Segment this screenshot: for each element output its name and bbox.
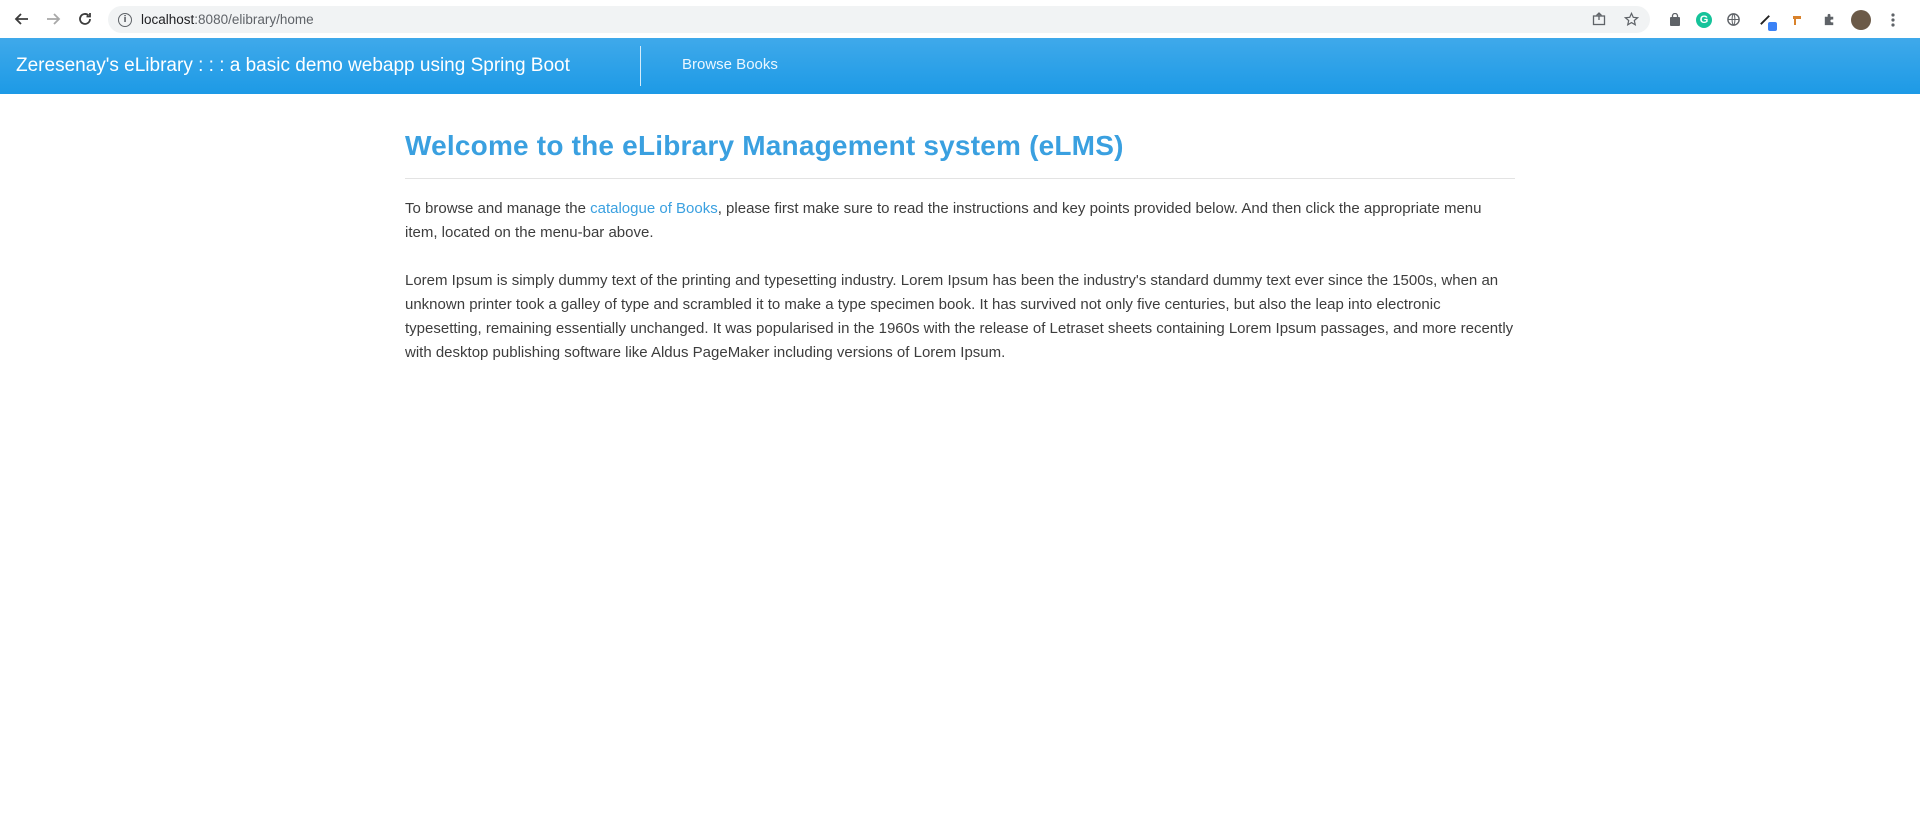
nav-link-browse-books[interactable]: Browse Books [682,56,778,73]
browser-toolbar: i localhost:8080/elibrary/home G [0,0,1920,39]
share-icon[interactable] [1590,10,1608,28]
kebab-menu-icon[interactable] [1882,9,1903,30]
badge-icon [1768,22,1777,31]
grammarly-icon[interactable]: G [1696,11,1712,28]
puzzle-icon[interactable] [1819,9,1840,30]
extension-bag-icon[interactable] [1664,9,1685,30]
navbar-divider [640,46,641,86]
app-navbar: Zeresenay's eLibrary : : : a basic demo … [0,38,1920,94]
address-bar[interactable]: i localhost:8080/elibrary/home [108,6,1650,33]
main-content: Welcome to the eLibrary Management syste… [405,130,1515,365]
reload-icon[interactable] [72,6,98,32]
page-title: Welcome to the eLibrary Management syste… [405,130,1124,161]
extension-tool-icon[interactable] [1787,9,1808,30]
back-arrow-icon[interactable] [9,6,35,32]
lorem-paragraph: Lorem Ipsum is simply dummy text of the … [405,272,1514,361]
info-icon[interactable]: i [118,12,132,27]
url-text[interactable]: localhost:8080/elibrary/home [141,12,314,27]
extension-pen-icon[interactable] [1755,9,1777,31]
profile-avatar[interactable] [1851,9,1871,30]
brand-title[interactable]: Zeresenay's eLibrary : : : a basic demo … [16,55,570,77]
title-divider [405,178,1515,179]
star-icon[interactable] [1622,10,1640,28]
extension-globe-icon[interactable] [1723,9,1744,30]
intro-text-before: To browse and manage the [405,200,591,217]
catalogue-link[interactable]: catalogue of Books [590,200,718,217]
forward-arrow-icon[interactable] [40,6,66,32]
intro-paragraph: To browse and manage the catalogue of Bo… [405,197,1515,245]
